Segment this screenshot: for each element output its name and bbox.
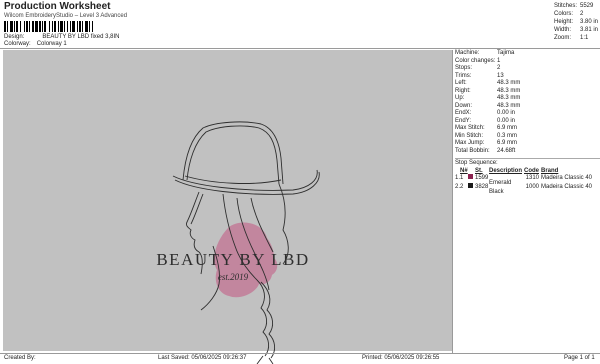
machine-info-panel: Machine: Tajima Color changes: 1 Stops: 2 Trim… xyxy=(455,50,600,195)
machine-param-row: Stops: 2 xyxy=(455,65,600,73)
row-stitches: 1599 xyxy=(475,175,489,181)
color-swatch xyxy=(468,174,473,179)
header-description: Description xyxy=(489,168,523,174)
param-label: Color changes: xyxy=(455,57,496,64)
design-value: BEAUTY BY LBD fixed 3,8IN xyxy=(42,34,120,40)
param-value: 2 xyxy=(497,65,501,71)
color-swatch xyxy=(468,183,473,188)
param-label: Max Stitch: xyxy=(455,125,485,131)
param-value: 48.3 mm xyxy=(497,95,521,101)
param-value: 24.68ft xyxy=(497,147,516,154)
row-stitches: 3828 xyxy=(475,184,489,190)
hat-crown-inner xyxy=(186,125,280,185)
param-label: Total Bobbin: xyxy=(455,147,490,154)
param-label: Max Jump: xyxy=(455,140,485,146)
printed-date: Printed: 05/06/2025 09:26:55 xyxy=(362,355,440,361)
row-n: 1 xyxy=(460,175,464,181)
page-number: Page 1 of 1 xyxy=(564,355,595,361)
param-label: Up: xyxy=(455,95,465,101)
stop-sequence-label: Stop Sequence: xyxy=(455,158,600,166)
machine-param-row: Max Stitch: 6.9 mm xyxy=(455,125,600,133)
param-value: 48.3 mm xyxy=(497,102,521,109)
param-label: Right: xyxy=(455,87,471,94)
param-label: EndX: xyxy=(455,110,472,116)
machine-param-row: Total Bobbin: 24.68ft xyxy=(455,148,600,156)
stat-zoom: Zoom: 1:1 xyxy=(554,35,589,41)
row-description: Emerald Black xyxy=(489,179,512,195)
machine-param-row: Right: 48.3 mm xyxy=(455,88,600,96)
machine-param-row: Color changes: 1 xyxy=(455,58,600,66)
braid-line xyxy=(256,279,270,357)
row-brand: Madeira Classic 40 xyxy=(541,175,593,181)
param-value: 6.9 mm xyxy=(497,140,518,146)
hat-band xyxy=(184,175,282,184)
machine-param-row: Up: 48.3 mm xyxy=(455,95,600,103)
stat-width: Width: 3.81 in xyxy=(554,27,599,33)
param-label: Min Stitch: xyxy=(455,132,484,139)
param-value: 0.3 mm xyxy=(497,132,518,139)
design-stats: Stitches: 5529 Colors: 2 Height: 3.80 in Wi… xyxy=(554,2,598,42)
param-value: 48.3 mm xyxy=(497,80,521,86)
header-divider xyxy=(0,48,600,49)
param-label: Left: xyxy=(455,80,467,86)
param-value: Tajima xyxy=(497,50,515,56)
param-label: Stops: xyxy=(455,65,473,71)
machine-param-row: Trims: 13 xyxy=(455,73,600,81)
row-brand: Madeira Classic 40 xyxy=(541,184,593,190)
row-n: 2 xyxy=(460,184,464,190)
stat-height: Height: 3.80 in xyxy=(554,19,599,25)
param-value: 0.00 in xyxy=(497,110,516,116)
param-label: EndY: xyxy=(455,117,472,124)
row-code: 1310 xyxy=(525,175,539,181)
design-info: Design: BEAUTY BY LBD fixed 3,8IN xyxy=(4,34,120,40)
machine-param-row: Min Stitch: 0.3 mm xyxy=(455,133,600,141)
barcode xyxy=(4,21,93,32)
created-by: Created By: xyxy=(4,355,36,361)
machine-param-row: EndY: 0.00 in xyxy=(455,118,600,126)
param-value: 1 xyxy=(497,57,501,64)
hat-crown xyxy=(182,121,284,185)
design-label: Design: xyxy=(4,34,25,40)
artwork-main-text: BEAUTY BY LBD xyxy=(156,250,310,269)
last-saved: Last Saved: 05/06/2025 09:26:37 xyxy=(158,355,247,361)
stat-stitches: Stitches: 5529 xyxy=(554,3,594,9)
row-code: 1000 xyxy=(525,184,539,190)
machine-param-row: Left: 48.3 mm xyxy=(455,80,600,88)
machine-params: Machine: Tajima Color changes: 1 Stops: 2 Trim… xyxy=(455,50,600,155)
sequence-rows: 1. 1 1599 1310 Madeira Classic 40 2. 2 3828 Emer… xyxy=(455,174,600,195)
colorway-value: Colorway 1 xyxy=(36,41,67,47)
machine-param-row: Down: 48.3 mm xyxy=(455,103,600,111)
machine-param-row: Max Jump: 6.9 mm xyxy=(455,140,600,148)
design-preview: BEAUTY BY LBD est.2019 xyxy=(3,50,452,364)
embroidery-artwork xyxy=(172,121,320,364)
software-name: Wilcom EmbroideryStudio – Level 3 Advanc… xyxy=(4,13,128,19)
param-value: 48.3 mm xyxy=(497,87,521,94)
param-label: Down: xyxy=(455,102,473,109)
braid-line xyxy=(260,281,276,359)
sequence-row: 1. 1 1599 1310 Madeira Classic 40 xyxy=(455,174,600,183)
param-value: 0.00 in xyxy=(497,117,516,124)
panel-divider xyxy=(452,50,453,353)
sequence-row: 2. 2 3828 Emerald Black 1000 Madeira Classic … xyxy=(455,180,600,195)
colorway-info: Colorway: Colorway 1 xyxy=(4,41,67,47)
colorway-label: Colorway: xyxy=(4,41,31,47)
stat-colors: Colors: 2 xyxy=(554,11,584,17)
worksheet-title: Production Worksheet xyxy=(4,1,111,12)
machine-param-row: Machine: Tajima xyxy=(455,50,600,58)
param-label: Trims: xyxy=(455,72,472,79)
footer: Created By: Last Saved: 05/06/2025 09:26… xyxy=(0,353,600,364)
param-label: Machine: xyxy=(455,50,480,56)
param-value: 13 xyxy=(497,72,504,79)
machine-param-row: EndX: 0.00 in xyxy=(455,110,600,118)
param-value: 6.9 mm xyxy=(497,125,518,131)
artwork-script-text: est.2019 xyxy=(217,272,249,282)
hat-brim xyxy=(172,169,318,191)
